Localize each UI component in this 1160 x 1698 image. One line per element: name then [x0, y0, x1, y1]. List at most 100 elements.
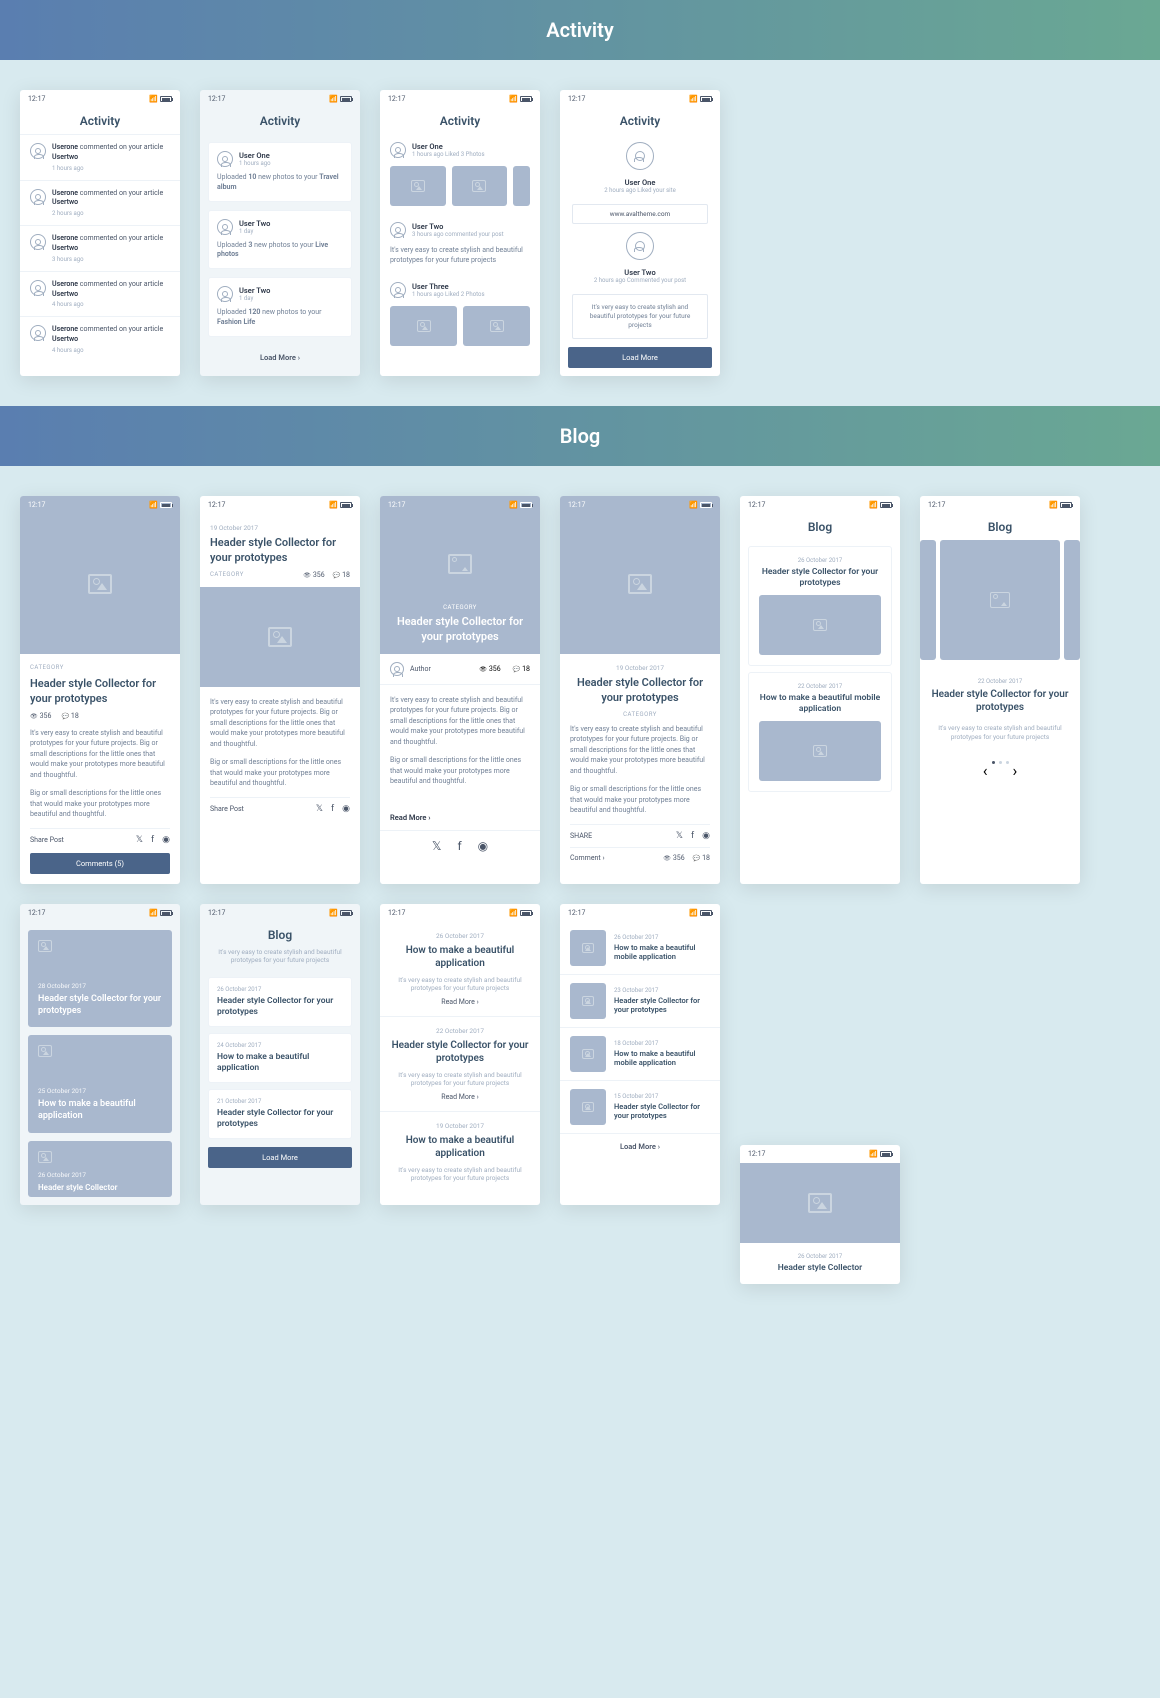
row-item[interactable]: 15 October 2017Header style Collector fo…: [560, 1081, 720, 1134]
feed-item[interactable]: Userone commented on your article Usertw…: [20, 316, 180, 362]
feed-item[interactable]: Userone commented on your article Usertw…: [20, 180, 180, 226]
image-placeholder[interactable]: [390, 306, 457, 346]
page-title: Blog: [740, 514, 900, 540]
stack-card[interactable]: 26 October 2017Header style Collector: [28, 1141, 172, 1197]
paragraph: Big or small descriptions for the little…: [210, 757, 350, 789]
read-more-link[interactable]: Read More ›: [390, 998, 530, 1006]
page-title: Activity: [380, 108, 540, 134]
instagram-icon[interactable]: ◉: [478, 839, 488, 853]
carousel[interactable]: [920, 540, 1080, 668]
user-meta: 2 hours ago Commented your post: [572, 277, 708, 284]
image-placeholder[interactable]: [452, 166, 508, 206]
feed-item[interactable]: Userone commented on your article Usertw…: [20, 225, 180, 271]
load-more-button[interactable]: Load More: [568, 347, 712, 368]
row-item[interactable]: 26 October 2017How to make a beautiful m…: [560, 922, 720, 975]
battery-icon: [520, 502, 532, 508]
dot[interactable]: [1006, 761, 1009, 764]
list-card[interactable]: 21 October 2017Header style Collector fo…: [208, 1089, 352, 1139]
date-label: 26 October 2017: [217, 986, 343, 993]
status-bar: 12:17📶: [560, 90, 720, 108]
dot[interactable]: [999, 761, 1002, 764]
carousel-item[interactable]: [940, 540, 1060, 660]
dot[interactable]: ›: [1013, 761, 1018, 780]
avatar-icon: [390, 222, 406, 238]
signal-icon: 📶: [509, 909, 518, 917]
image-placeholder[interactable]: [463, 306, 530, 346]
load-more-button[interactable]: Load More: [208, 1147, 352, 1168]
feed-time: 4 hours ago: [52, 347, 170, 354]
twitter-icon[interactable]: 𝕏: [316, 804, 323, 814]
status-time: 12:17: [928, 501, 945, 509]
activity-card[interactable]: User Two1 dayUploaded 3 new photos to yo…: [208, 210, 352, 270]
twitter-icon[interactable]: 𝕏: [136, 835, 143, 845]
dot[interactable]: ‹: [983, 761, 988, 780]
status-bar: 12:17📶: [740, 1145, 900, 1163]
card-image: [759, 595, 881, 655]
user-name: User Three: [412, 282, 485, 291]
link-box[interactable]: www.avaltheme.com: [572, 204, 708, 224]
list-card[interactable]: 24 October 2017How to make a beautiful a…: [208, 1033, 352, 1083]
status-time: 12:17: [388, 501, 405, 509]
status-bar: 12:17📶: [560, 496, 720, 514]
social-row: 𝕏f ◉: [380, 830, 540, 861]
facebook-icon[interactable]: f: [691, 831, 694, 841]
load-more-link[interactable]: Load More ›: [560, 1134, 720, 1159]
article-head: 19 October 2017 Header style Collector f…: [200, 514, 360, 579]
row-item[interactable]: 18 October 2017How to make a beautiful m…: [560, 1028, 720, 1081]
blog-card[interactable]: 26 October 2017 Header style Collector f…: [748, 546, 892, 666]
read-more-link[interactable]: Read More ›: [380, 805, 540, 830]
feed-time: 4 hours ago: [52, 301, 170, 308]
date-label: 26 October 2017: [750, 1253, 890, 1260]
facebook-icon[interactable]: f: [331, 804, 334, 814]
stack-card[interactable]: 25 October 2017How to make a beautiful a…: [28, 1035, 172, 1132]
paragraph: It's very easy to create stylish and bea…: [570, 724, 710, 777]
comments-button[interactable]: Comments (5): [30, 853, 170, 874]
stack-card[interactable]: 28 October 2017Header style Collector fo…: [28, 930, 172, 1027]
facebook-icon[interactable]: f: [458, 839, 462, 853]
page-title: Activity: [560, 108, 720, 134]
list-card[interactable]: 26 October 2017Header style Collector fo…: [208, 977, 352, 1027]
twitter-icon[interactable]: 𝕏: [676, 831, 683, 841]
image-placeholder[interactable]: [390, 166, 446, 206]
dot[interactable]: [992, 761, 995, 764]
comments-stat: 18: [513, 665, 530, 673]
signal-icon: 📶: [329, 95, 338, 103]
post-block[interactable]: 19 October 2017How to make a beautiful a…: [380, 1112, 540, 1192]
instagram-icon[interactable]: ◉: [702, 831, 710, 841]
status-bar: 12:17📶: [200, 496, 360, 514]
phone-blog-9: 12:17📶 26 October 2017How to make a beau…: [380, 904, 540, 1205]
card-time: 1 day: [239, 228, 270, 235]
twitter-icon[interactable]: 𝕏: [432, 839, 442, 853]
status-icons: 📶: [329, 909, 352, 917]
activity-card[interactable]: User Two1 dayUploaded 120 new photos to …: [208, 277, 352, 337]
carousel-item[interactable]: [1064, 540, 1080, 660]
row-item[interactable]: 23 October 2017Header style Collector fo…: [560, 975, 720, 1028]
load-more-link[interactable]: Load More ›: [200, 345, 360, 370]
user-name: User Two: [572, 268, 708, 277]
carousel-item[interactable]: [920, 540, 936, 660]
image-icon: [448, 554, 472, 574]
thumbnail: [570, 1036, 606, 1072]
comment-link[interactable]: Comment ›: [570, 854, 605, 862]
hero-image: [200, 587, 360, 687]
blog-card[interactable]: 22 October 2017 How to make a beautiful …: [748, 672, 892, 792]
facebook-icon[interactable]: f: [151, 835, 154, 845]
date-label: 25 October 2017: [38, 1087, 162, 1095]
hero-image: [20, 514, 180, 654]
post-block[interactable]: 26 October 2017How to make a beautiful a…: [380, 922, 540, 1017]
feed-item[interactable]: Userone commented on your article Usertw…: [20, 271, 180, 317]
status-bar: 12:17📶: [200, 90, 360, 108]
signal-icon: 📶: [869, 501, 878, 509]
phone-blog-10: 12:17📶 26 October 2017How to make a beau…: [560, 904, 720, 1205]
image-placeholder[interactable]: [513, 166, 530, 206]
instagram-icon[interactable]: ◉: [162, 835, 170, 845]
feed-item[interactable]: Userone commented on your article Usertw…: [20, 134, 180, 180]
image-icon: [990, 592, 1010, 608]
instagram-icon[interactable]: ◉: [342, 804, 350, 814]
post-block[interactable]: 22 October 2017Header style Collector fo…: [380, 1017, 540, 1112]
activity-card[interactable]: User One1 hours agoUploaded 10 new photo…: [208, 142, 352, 202]
read-more-link[interactable]: Read More ›: [390, 1093, 530, 1101]
share-label: Share Post: [210, 805, 244, 813]
status-time: 12:17: [748, 501, 765, 509]
status-icons: 📶: [509, 501, 532, 509]
